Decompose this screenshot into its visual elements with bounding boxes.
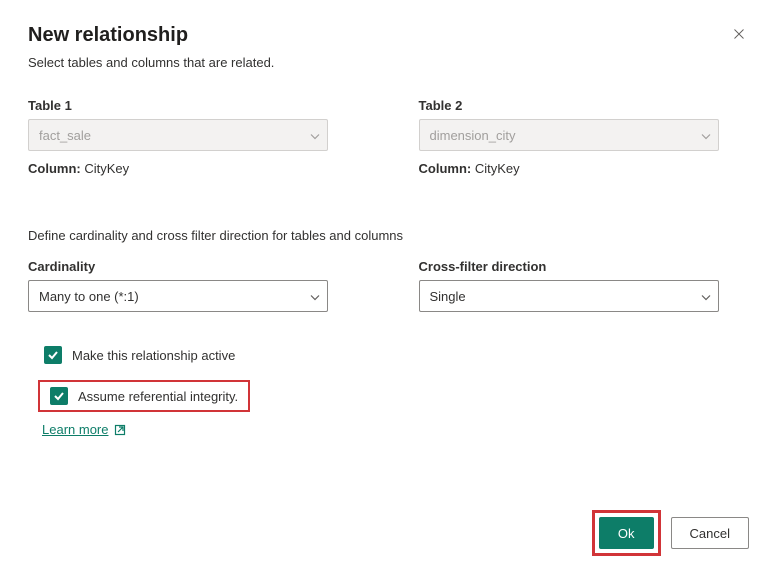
learn-more-text: Learn more [42,422,108,437]
table2-label: Table 2 [419,98,750,113]
crossfilter-select-value: Single [430,289,466,304]
referential-highlight: Assume referential integrity. [38,380,250,412]
cardinality-select[interactable]: Many to one (*:1) [28,280,328,312]
referential-integrity-checkbox[interactable] [50,387,68,405]
table2-column-value: CityKey [475,161,520,176]
ok-button[interactable]: Ok [599,517,654,549]
crossfilter-label: Cross-filter direction [419,259,750,274]
table1-label: Table 1 [28,98,359,113]
learn-more-link[interactable]: Learn more [42,422,126,437]
table1-column-value: CityKey [84,161,129,176]
cardinality-label: Cardinality [28,259,359,274]
table1-column-line: Column: CityKey [28,161,359,176]
cancel-button[interactable]: Cancel [671,517,749,549]
table2-column-label: Column: [419,161,472,176]
close-icon [733,27,745,41]
ok-highlight: Ok [592,510,661,556]
dialog-title: New relationship [28,24,188,47]
close-button[interactable] [729,24,749,44]
check-icon [47,349,59,361]
table1-select: fact_sale [28,119,328,151]
check-icon [53,390,65,402]
external-link-icon [114,424,126,436]
table2-select-value: dimension_city [430,128,516,143]
table1-select-value: fact_sale [39,128,91,143]
referential-integrity-label: Assume referential integrity. [78,389,238,404]
crossfilter-select[interactable]: Single [419,280,719,312]
make-active-label: Make this relationship active [72,348,235,363]
table2-column-line: Column: CityKey [419,161,750,176]
dialog-subtitle: Select tables and columns that are relat… [28,55,749,70]
cardinality-select-value: Many to one (*:1) [39,289,139,304]
table2-select: dimension_city [419,119,719,151]
section-description: Define cardinality and cross filter dire… [28,228,749,243]
make-active-checkbox[interactable] [44,346,62,364]
table1-column-label: Column: [28,161,81,176]
